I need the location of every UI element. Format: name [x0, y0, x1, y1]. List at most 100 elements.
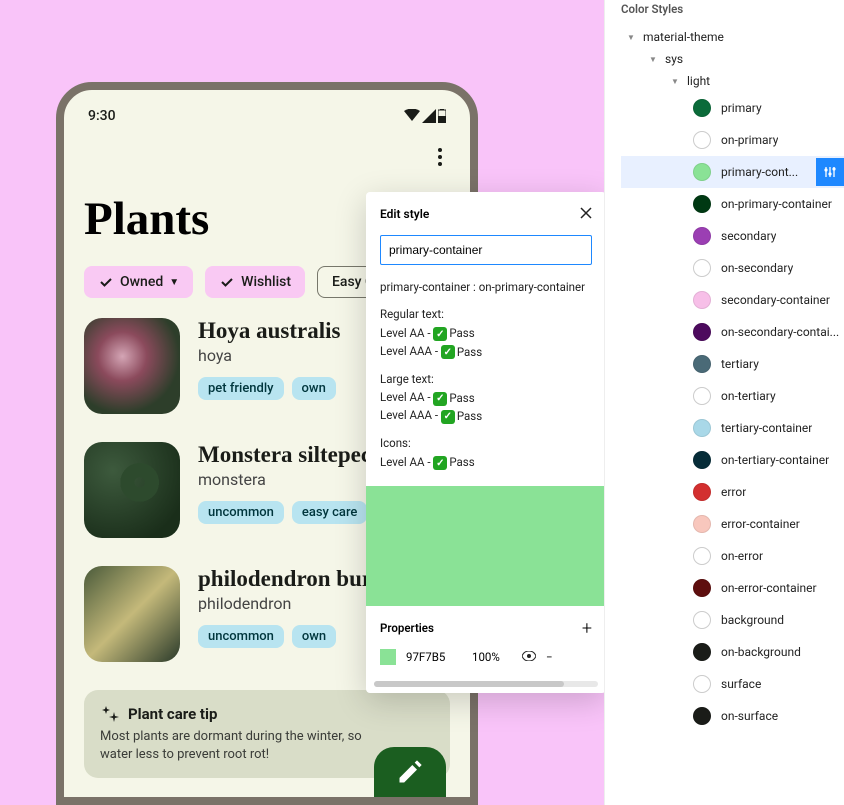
status-icons — [404, 109, 446, 123]
pencil-icon — [396, 758, 424, 786]
color-style-label: error — [721, 485, 746, 499]
color-swatch-icon — [693, 611, 711, 629]
color-swatch-icon — [693, 643, 711, 661]
color-property-row: 97F7B5 100% − — [380, 649, 592, 665]
wifi-icon — [404, 109, 420, 123]
chip-wishlist[interactable]: Wishlist — [205, 266, 305, 298]
opacity-value[interactable]: 100% — [472, 650, 512, 664]
color-swatch-icon — [693, 227, 711, 245]
clock-text: 9:30 — [88, 108, 116, 124]
icons-label: Icons: — [380, 435, 592, 452]
style-name-input[interactable] — [380, 235, 592, 265]
color-style-row[interactable]: on-tertiary-container — [621, 444, 844, 476]
plant-thumbnail — [84, 318, 180, 414]
color-style-row[interactable]: on-tertiary — [621, 380, 844, 412]
color-swatch-icon — [693, 675, 711, 693]
plant-thumbnail — [84, 566, 180, 662]
color-style-row[interactable]: on-primary — [621, 124, 844, 156]
tree-node-sys[interactable]: ▼sys — [621, 48, 844, 70]
color-style-row[interactable]: surface — [621, 668, 844, 700]
color-style-row[interactable]: secondary-container — [621, 284, 844, 316]
color-style-row[interactable]: on-secondary — [621, 252, 844, 284]
chip-label: Wishlist — [241, 274, 291, 290]
tree-node-light[interactable]: ▼light — [621, 70, 844, 92]
color-swatch-icon — [693, 707, 711, 725]
mini-swatch[interactable] — [380, 649, 396, 665]
color-style-row[interactable]: primary-cont... — [621, 156, 844, 188]
color-style-label: on-error-container — [721, 581, 817, 595]
color-style-label: on-tertiary — [721, 389, 776, 403]
color-style-label: on-surface — [721, 709, 778, 723]
close-icon — [580, 207, 592, 219]
color-swatch-icon — [693, 515, 711, 533]
check-icon — [98, 274, 114, 290]
chevron-down-icon: ▼ — [649, 55, 657, 64]
tree-node-material-theme[interactable]: ▼material-theme — [621, 26, 844, 48]
color-style-row[interactable]: tertiary-container — [621, 412, 844, 444]
overflow-menu-button[interactable] — [430, 140, 450, 174]
chip-owned[interactable]: Owned ▼ — [84, 266, 193, 298]
status-bar: 9:30 — [64, 90, 470, 132]
color-style-row[interactable]: on-primary-container — [621, 188, 844, 220]
panel-scrollbar[interactable] — [374, 681, 598, 687]
edit-style-panel: Edit style primary-container : on-primar… — [366, 192, 606, 693]
color-style-label: on-primary — [721, 133, 778, 147]
color-swatch-icon — [693, 419, 711, 437]
eye-icon — [522, 651, 536, 661]
color-style-row[interactable]: on-error-container — [621, 572, 844, 604]
fab-edit[interactable] — [374, 747, 446, 797]
tag: own — [292, 625, 336, 648]
color-style-label: surface — [721, 677, 761, 691]
panel-title: Edit style — [380, 207, 429, 221]
color-swatch-icon — [693, 259, 711, 277]
app-bar — [64, 132, 470, 182]
hex-value[interactable]: 97F7B5 — [406, 650, 462, 664]
color-style-label: on-background — [721, 645, 801, 659]
color-style-label: on-primary-container — [721, 197, 832, 211]
pass-icon: ✓ — [433, 456, 447, 470]
style-settings-button[interactable] — [816, 158, 844, 186]
contrast-pair: primary-container : on-primary-container — [380, 279, 592, 296]
tag: uncommon — [198, 501, 284, 524]
color-style-row[interactable]: error-container — [621, 508, 844, 540]
tip-body: Most plants are dormant during the winte… — [100, 728, 380, 764]
color-style-label: tertiary — [721, 357, 759, 371]
color-swatch-icon — [693, 579, 711, 597]
color-style-row[interactable]: tertiary — [621, 348, 844, 380]
signal-icon — [422, 109, 436, 123]
color-swatch-icon — [693, 195, 711, 213]
color-style-row[interactable]: on-surface — [621, 700, 844, 732]
color-style-row[interactable]: background — [621, 604, 844, 636]
regular-text-label: Regular text: — [380, 306, 592, 323]
color-style-label: primary-cont... — [721, 165, 798, 179]
color-style-row[interactable]: on-secondary-contai... — [621, 316, 844, 348]
color-swatch-icon — [693, 323, 711, 341]
chip-label: Owned — [120, 274, 163, 290]
sliders-icon — [823, 165, 837, 179]
close-button[interactable] — [580, 204, 592, 223]
pass-icon: ✓ — [433, 327, 447, 341]
color-style-row[interactable]: on-background — [621, 636, 844, 668]
color-preview-swatch[interactable] — [366, 486, 606, 606]
color-style-label: tertiary-container — [721, 421, 812, 435]
color-style-row[interactable]: error — [621, 476, 844, 508]
color-swatch-icon — [693, 131, 711, 149]
remove-property-button[interactable]: − — [546, 650, 553, 664]
sidebar-title: Color Styles — [621, 0, 844, 26]
design-canvas[interactable]: 9:30 Plants Owned ▼ Wishlist Easy C — [0, 0, 604, 805]
visibility-toggle[interactable] — [522, 650, 536, 664]
pass-icon: ✓ — [441, 345, 455, 359]
color-style-row[interactable]: secondary — [621, 220, 844, 252]
plant-thumbnail — [84, 442, 180, 538]
color-style-row[interactable]: primary — [621, 92, 844, 124]
color-style-label: background — [721, 613, 784, 627]
color-styles-sidebar: Color Styles ▼material-theme ▼sys ▼light… — [604, 0, 844, 805]
color-style-label: on-tertiary-container — [721, 453, 829, 467]
color-swatch-icon — [693, 547, 711, 565]
chevron-down-icon: ▼ — [627, 33, 635, 42]
color-style-row[interactable]: on-error — [621, 540, 844, 572]
chevron-down-icon: ▼ — [169, 277, 179, 288]
add-property-button[interactable]: + — [582, 618, 592, 639]
large-text-label: Large text: — [380, 371, 592, 388]
tag: uncommon — [198, 625, 284, 648]
